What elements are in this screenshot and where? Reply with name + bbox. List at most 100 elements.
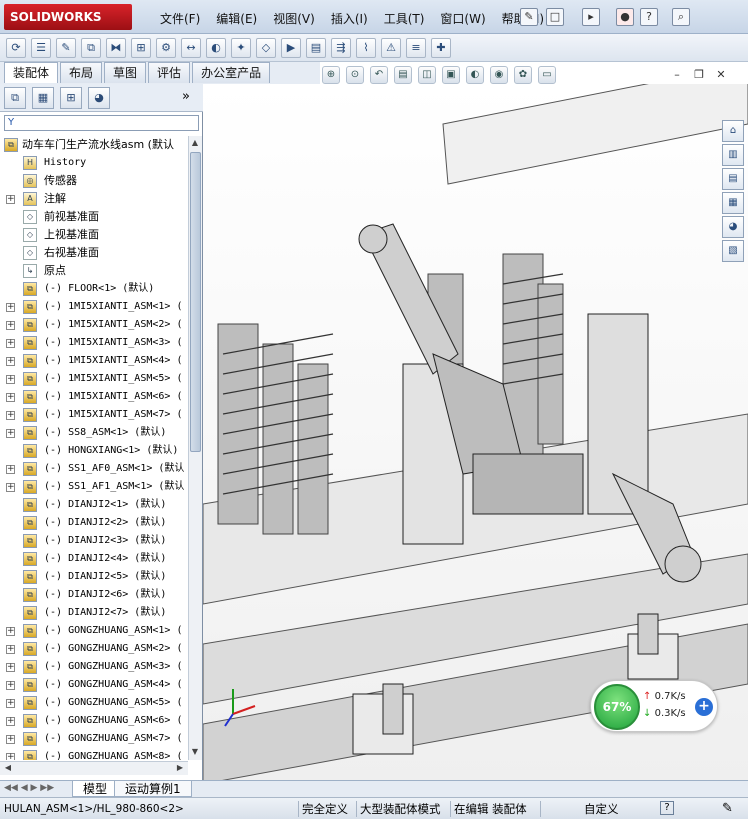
menu-item[interactable]: 编辑(E) (208, 10, 265, 28)
zoom-area-icon[interactable]: ⊙ (346, 66, 364, 84)
tree-horizontal-scrollbar[interactable]: ◀ ▶ (0, 761, 188, 775)
traffic-light-icon[interactable]: ● (616, 8, 634, 26)
tree-item[interactable]: ⧉ (-) DIANJI2<3> (默认) (0, 532, 188, 550)
expand-toggle-icon[interactable]: + (6, 393, 15, 402)
previous-view-icon[interactable]: ↶ (370, 66, 388, 84)
expand-toggle-icon[interactable]: + (6, 753, 15, 760)
tree-item[interactable]: + ⧉ (-) 1MI5XIANTI_ASM<3> ( (0, 334, 188, 352)
tree-item[interactable]: + ⧉ (-) SS1_AF1_ASM<1> (默认 (0, 478, 188, 496)
menu-item[interactable]: 文件(F) (152, 10, 208, 28)
section-view-icon[interactable]: ▤ (394, 66, 412, 84)
tree-item[interactable]: + ⧉ (-) 1MI5XIANTI_ASM<2> ( (0, 316, 188, 334)
rebuild-icon[interactable]: ✎ (722, 801, 733, 817)
tree-item[interactable]: ⧉ (-) DIANJI2<5> (默认) (0, 568, 188, 586)
menu-item[interactable]: 窗口(W) (432, 10, 493, 28)
expand-toggle-icon[interactable]: + (6, 645, 15, 654)
tree-item[interactable]: + ⧉ (-) 1MI5XIANTI_ASM<7> ( (0, 406, 188, 424)
scroll-left-icon[interactable]: ◀ (2, 762, 14, 774)
display-style-icon[interactable]: ▣ (442, 66, 460, 84)
scroll-down-icon[interactable]: ▼ (189, 746, 201, 758)
tab-model[interactable]: 模型 (72, 781, 119, 797)
tab-scroll-icon[interactable]: ◀◀ ◀ ▶ ▶▶ (4, 783, 54, 793)
status-units-custom[interactable]: 自定义 (584, 801, 619, 817)
move-component-icon[interactable]: ↔ (181, 38, 201, 58)
expand-toggle-icon[interactable]: + (6, 321, 15, 330)
apply-scene-icon[interactable]: ✿ (514, 66, 532, 84)
tree-item[interactable]: + ⧉ (-) GONGZHUANG_ASM<6> ( (0, 712, 188, 730)
tree-item[interactable]: + ⧉ (-) GONGZHUANG_ASM<2> ( (0, 640, 188, 658)
mate-icon[interactable]: ⧓ (106, 38, 126, 58)
tree-item[interactable]: + ⧉ (-) GONGZHUANG_ASM<7> ( (0, 730, 188, 748)
command-tab[interactable]: 布局 (60, 62, 103, 83)
tree-item[interactable]: ⧉ (-) HONGXIANG<1> (默认) (0, 442, 188, 460)
network-speed-widget[interactable]: 67% ↑ 0.7K/s ↓ 0.3K/s + (590, 680, 718, 732)
minimize-icon[interactable]: – (668, 68, 686, 84)
new-document-icon[interactable]: □ (546, 8, 564, 26)
expand-toggle-icon[interactable]: + (6, 465, 15, 474)
tree-item[interactable]: ◇ 前视基准面 (0, 208, 188, 226)
tree-item[interactable]: ⧉ (-) FLOOR<1> (默认) (0, 280, 188, 298)
restore-icon[interactable]: ❐ (690, 68, 708, 84)
menu-item[interactable]: 插入(I) (323, 10, 376, 28)
expand-toggle-icon[interactable]: + (6, 195, 15, 204)
tree-item[interactable]: H History (0, 154, 188, 172)
options-icon[interactable]: ☰ (31, 38, 51, 58)
pin-icon[interactable]: ✎ (520, 8, 538, 26)
insert-component-icon[interactable]: ⧉ (81, 38, 101, 58)
expand-panel-icon[interactable]: » (182, 89, 190, 104)
tree-item[interactable]: ⧉ (-) DIANJI2<4> (默认) (0, 550, 188, 568)
scroll-right-icon[interactable]: ▶ (174, 762, 186, 774)
reference-geometry-icon[interactable]: ◇ (256, 38, 276, 58)
exploded-view-icon[interactable]: ⇶ (331, 38, 351, 58)
command-tab[interactable]: 评估 (148, 62, 191, 83)
tree-item[interactable]: + ⧉ (-) 1MI5XIANTI_ASM<1> ( (0, 298, 188, 316)
menu-item[interactable]: 视图(V) (265, 10, 323, 28)
tree-item[interactable]: ⧉ (-) DIANJI2<1> (默认) (0, 496, 188, 514)
tree-item[interactable]: ◇ 上视基准面 (0, 226, 188, 244)
expand-toggle-icon[interactable]: + (6, 663, 15, 672)
interference-icon[interactable]: ⚠ (381, 38, 401, 58)
tree-filter-input[interactable]: Y (4, 115, 199, 131)
solidworks-logo[interactable]: SOLIDWORKS (4, 4, 132, 30)
open-icon[interactable]: ▸ (582, 8, 600, 26)
scroll-up-icon[interactable]: ▲ (189, 137, 201, 149)
tree-item[interactable]: ◎ 传感器 (0, 172, 188, 190)
property-manager-tab-icon[interactable]: ▦ (32, 87, 54, 109)
file-explorer-icon[interactable]: ▤ (722, 168, 744, 190)
configuration-manager-tab-icon[interactable]: ⊞ (60, 87, 82, 109)
view-settings-icon[interactable]: ▭ (538, 66, 556, 84)
tree-item[interactable]: + ⧉ (-) GONGZHUANG_ASM<8> ( (0, 748, 188, 760)
expand-toggle-icon[interactable]: + (6, 429, 15, 438)
display-manager-tab-icon[interactable]: ◕ (88, 87, 110, 109)
tree-vertical-scrollbar[interactable]: ▲ ▼ (188, 136, 202, 760)
help-icon[interactable]: ? (640, 8, 658, 26)
accelerate-button[interactable]: + (695, 698, 713, 716)
tree-item[interactable]: + ⧉ (-) SS1_AF0_ASM<1> (默认 (0, 460, 188, 478)
tree-item[interactable]: + ⧉ (-) SS8_ASM<1> (默认) (0, 424, 188, 442)
rebuild-icon[interactable]: ⟳ (6, 38, 26, 58)
edit-appearance-icon[interactable]: ◉ (490, 66, 508, 84)
expand-toggle-icon[interactable]: + (6, 627, 15, 636)
assembly-feature-icon[interactable]: ✦ (231, 38, 251, 58)
command-tab[interactable]: 办公室产品 (192, 62, 271, 83)
view-palette-icon[interactable]: ▦ (722, 192, 744, 214)
appearances-icon[interactable]: ◕ (722, 216, 744, 238)
linear-pattern-icon[interactable]: ⊞ (131, 38, 151, 58)
search-icon[interactable]: ⌕ (672, 8, 690, 26)
zoom-to-fit-icon[interactable]: ⊕ (322, 66, 340, 84)
explode-line-icon[interactable]: ⌇ (356, 38, 376, 58)
design-library-icon[interactable]: ▥ (722, 144, 744, 166)
bill-of-materials-icon[interactable]: ▤ (306, 38, 326, 58)
edit-component-icon[interactable]: ✎ (56, 38, 76, 58)
expand-toggle-icon[interactable]: + (6, 375, 15, 384)
expand-toggle-icon[interactable]: + (6, 303, 15, 312)
tree-item[interactable]: ⧉ (-) DIANJI2<7> (默认) (0, 604, 188, 622)
help-icon[interactable]: ? (660, 801, 674, 815)
expand-toggle-icon[interactable]: + (6, 681, 15, 690)
tree-item[interactable]: + ⧉ (-) 1MI5XIANTI_ASM<4> ( (0, 352, 188, 370)
tree-item[interactable]: + ⧉ (-) GONGZHUANG_ASM<5> ( (0, 694, 188, 712)
graphics-area[interactable] (203, 84, 748, 780)
expand-toggle-icon[interactable]: + (6, 735, 15, 744)
view-orientation-icon[interactable]: ◫ (418, 66, 436, 84)
tree-item[interactable]: ◇ 右视基准面 (0, 244, 188, 262)
